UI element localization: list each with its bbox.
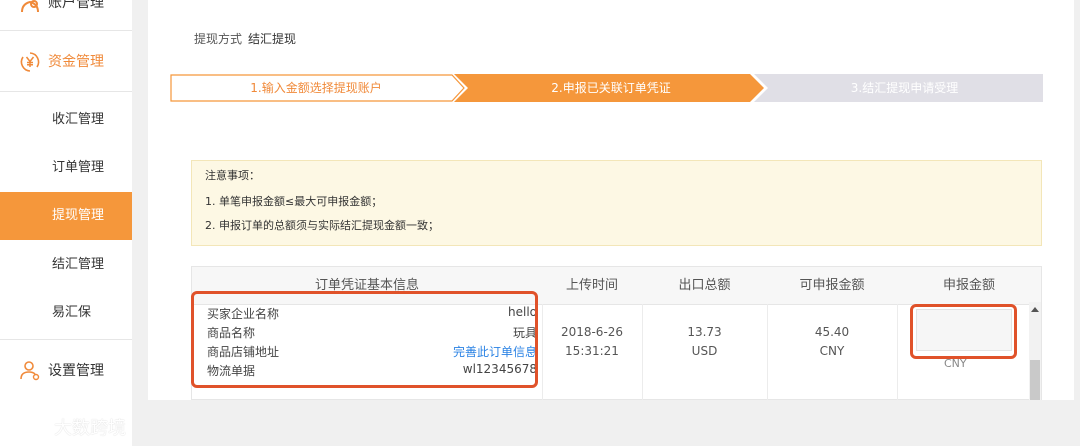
- withdraw-method-label: 提现方式: [194, 32, 243, 46]
- scroll-thumb[interactable]: [1030, 360, 1040, 400]
- export-amount: 13.73: [687, 325, 722, 339]
- export-total-cell: 13.73 USD: [642, 323, 767, 361]
- declarable-amount: 45.40: [814, 325, 850, 339]
- notice-line-1: 1. 单笔申报金额≤最大可申报金额；: [205, 195, 383, 208]
- upload-date: 2018-6-26: [560, 325, 624, 339]
- upload-time-cell: 2018-6-26 15:31:21: [542, 323, 642, 361]
- sidebar-item-orders[interactable]: 订单管理: [0, 144, 132, 192]
- step-3: 3.结汇提现申请受理: [766, 74, 1043, 102]
- step-3-label: 3.结汇提现申请受理: [850, 81, 959, 95]
- gutter: [132, 0, 148, 446]
- bottom-band: [132, 400, 1080, 446]
- sidebar-group-label: 设置管理: [48, 363, 104, 379]
- main-panel: 提现方式 结汇提现 1.输入金额选择提现账户 2.申报已关联订单凭证 3.结汇提现…: [148, 0, 1074, 401]
- yen-coin-icon: [20, 52, 40, 72]
- declarable-currency: CNY: [819, 344, 845, 358]
- column-header-declarable: 可申报金额: [799, 278, 865, 293]
- withdraw-method-value: 结汇提现: [248, 32, 297, 46]
- step-1: 1.输入金额选择提现账户: [170, 74, 462, 102]
- user-settings-icon: [20, 361, 40, 381]
- declarable-cell: 45.40 CNY: [767, 323, 897, 361]
- column-header-declare-amount: 申报金额: [942, 278, 995, 293]
- sidebar-item-receipts[interactable]: 收汇管理: [0, 96, 132, 144]
- watermark-text: 大数跨境: [54, 418, 126, 439]
- notice-box: 注意事项： 1. 单笔申报金额≤最大可申报金额； 2. 申报订单的总额须与实际结…: [191, 160, 1042, 246]
- column-header-upload-time: 上传时间: [565, 278, 618, 293]
- sidebar-item-label: 订单管理: [52, 160, 105, 175]
- column-header-export-total: 出口总额: [678, 278, 731, 293]
- sidebar-item-withdrawals[interactable]: 提现管理: [0, 192, 132, 240]
- highlight-box-info: [191, 291, 538, 388]
- sidebar-group-funds[interactable]: 资金管理: [0, 31, 132, 92]
- sidebar-item-label: 易汇保: [52, 305, 92, 320]
- account-icon: [21, 0, 39, 13]
- step-progress: 1.输入金额选择提现账户 2.申报已关联订单凭证 3.结汇提现申请受理: [170, 74, 1043, 102]
- step-1-label: 1.输入金额选择提现账户: [250, 81, 382, 95]
- sidebar-item-label: 提现管理: [52, 208, 105, 223]
- scroll-up-arrow-icon[interactable]: [1029, 305, 1041, 315]
- right-gutter: [1074, 0, 1080, 446]
- export-currency: USD: [691, 344, 718, 358]
- watermark-logo-icon: [12, 416, 46, 436]
- sidebar-item-settlement[interactable]: 结汇管理: [0, 241, 132, 289]
- divider: [897, 304, 898, 401]
- step-2-label: 2.申报已关联订单凭证: [551, 81, 671, 95]
- highlight-box-amount: [910, 304, 1017, 359]
- table-scrollbar[interactable]: [1029, 302, 1041, 400]
- withdraw-method: 提现方式 结汇提现: [194, 30, 296, 47]
- sidebar-item-label: 收汇管理: [52, 112, 105, 127]
- sidebar-group-label: 资金管理: [48, 54, 104, 70]
- notice-title: 注意事项：: [205, 169, 260, 182]
- step-2: 2.申报已关联订单凭证: [466, 74, 756, 102]
- notice-line-2: 2. 申报订单的总额须与实际结汇提现金额一致；: [205, 219, 439, 232]
- sidebar-item-yihuibao[interactable]: 易汇保: [0, 289, 132, 337]
- sidebar-item-label: 结汇管理: [52, 257, 105, 272]
- sidebar-item-account[interactable]: 账户管理: [0, 0, 132, 31]
- sidebar: 账户管理 资金管理 收汇管理 订单管理 提现管理 结汇管理 易汇保 设置管理: [0, 0, 132, 446]
- sidebar-group-settings[interactable]: 设置管理: [0, 339, 132, 400]
- upload-time: 15:31:21: [565, 344, 619, 358]
- sidebar-item-label: 账户管理: [48, 0, 104, 11]
